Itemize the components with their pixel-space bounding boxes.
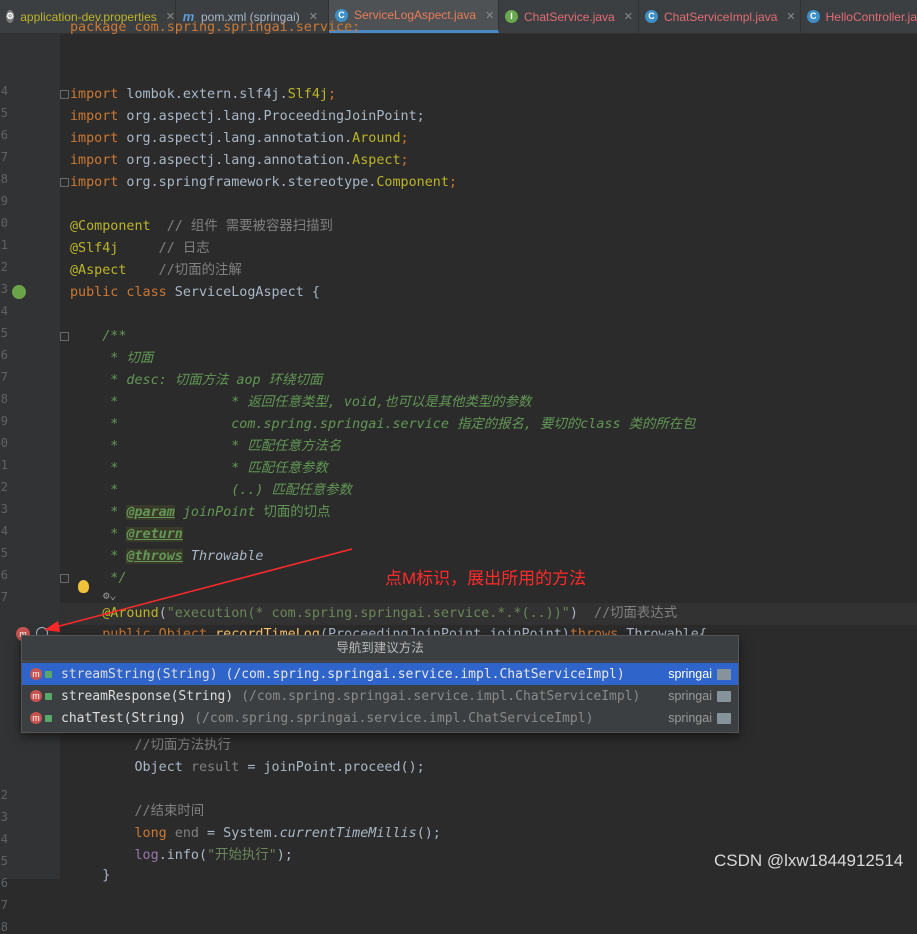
- line-number: 8: [0, 920, 8, 934]
- method-location: (/com.spring.springai.service.impl.ChatS…: [241, 688, 641, 704]
- module-folder-icon: [717, 668, 731, 680]
- module-folder-icon: [717, 690, 731, 702]
- method-name: chatTest(String): [61, 710, 187, 726]
- public-access-icon: [45, 692, 52, 700]
- public-access-icon: [45, 670, 52, 678]
- popup-item[interactable]: m streamResponse(String) (/com.spring.sp…: [22, 685, 738, 707]
- public-access-icon: [45, 714, 52, 722]
- method-icon: m: [30, 668, 42, 680]
- watermark: CSDN @lxw1844912514: [714, 851, 904, 870]
- module-name: springai: [668, 689, 712, 703]
- method-location: (/com.spring.springai.service.impl.ChatS…: [194, 710, 594, 726]
- method-icon: m: [30, 690, 42, 702]
- method-location: (/com.spring.springai.service.impl.ChatS…: [225, 666, 625, 682]
- popup-item[interactable]: m streamString(String) (/com.spring.spri…: [22, 663, 738, 685]
- method-name: streamResponse(String): [61, 688, 234, 704]
- method-name: streamString(String): [61, 666, 218, 682]
- module-folder-icon: [717, 712, 731, 724]
- popup-item[interactable]: m chatTest(String) (/com.spring.springai…: [22, 707, 738, 729]
- popup-title: 导航到建议方法: [22, 636, 738, 662]
- module-name: springai: [668, 711, 712, 725]
- annotation-text: 点M标识，展出所用的方法: [385, 569, 587, 588]
- navigate-to-advised-methods-popup[interactable]: 导航到建议方法 m streamString(String) (/com.spr…: [21, 635, 739, 733]
- method-icon: m: [30, 712, 42, 724]
- annotation-arrow: [44, 548, 353, 632]
- line-number: 7: [0, 898, 8, 912]
- module-name: springai: [668, 667, 712, 681]
